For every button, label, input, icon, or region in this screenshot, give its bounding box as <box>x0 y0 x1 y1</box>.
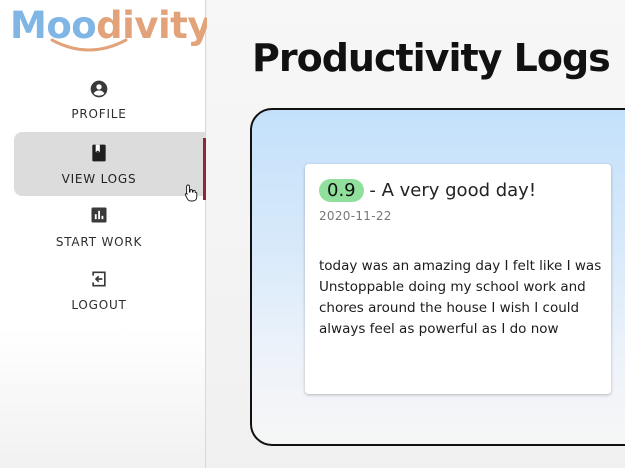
sidebar-item-label: VIEW LOGS <box>61 172 137 186</box>
book-icon <box>92 144 106 162</box>
logo-smile-icon <box>50 38 128 52</box>
log-card[interactable]: 0.9 - A very good day! 2020-11-22 today … <box>305 164 611 394</box>
exit-icon <box>92 271 106 287</box>
hand-cursor-icon <box>184 184 198 202</box>
sidebar-item-label: PROFILE <box>71 107 127 121</box>
moodivity-logo[interactable]: Moodivity <box>10 4 211 56</box>
sidebar-item-logout[interactable]: LOGOUT <box>0 269 206 333</box>
app-window: Moodivity PROFILE VIEW LOGS START WORK L… <box>0 0 625 468</box>
sidebar: Moodivity PROFILE VIEW LOGS START WORK L… <box>0 0 211 468</box>
sidebar-item-view-logs[interactable]: VIEW LOGS <box>14 132 206 200</box>
sidebar-item-label: LOGOUT <box>71 298 127 312</box>
log-card-header: 0.9 - A very good day! <box>319 179 536 202</box>
main-content: Productivity Logs 0.9 - A very good day!… <box>207 0 625 468</box>
log-body-text: today was an amazing day I felt like I w… <box>319 258 602 337</box>
logs-panel[interactable]: 0.9 - A very good day! 2020-11-22 today … <box>250 108 625 446</box>
account-circle-icon <box>90 80 108 98</box>
page-title: Productivity Logs <box>252 36 611 80</box>
sidebar-item-start-work[interactable]: START WORK <box>0 205 206 269</box>
score-badge: 0.9 <box>319 179 364 202</box>
log-headline: - A very good day! <box>369 180 537 201</box>
sidebar-item-label: START WORK <box>55 235 143 249</box>
log-date: 2020-11-22 <box>319 209 392 223</box>
bar-chart-icon <box>91 207 107 223</box>
